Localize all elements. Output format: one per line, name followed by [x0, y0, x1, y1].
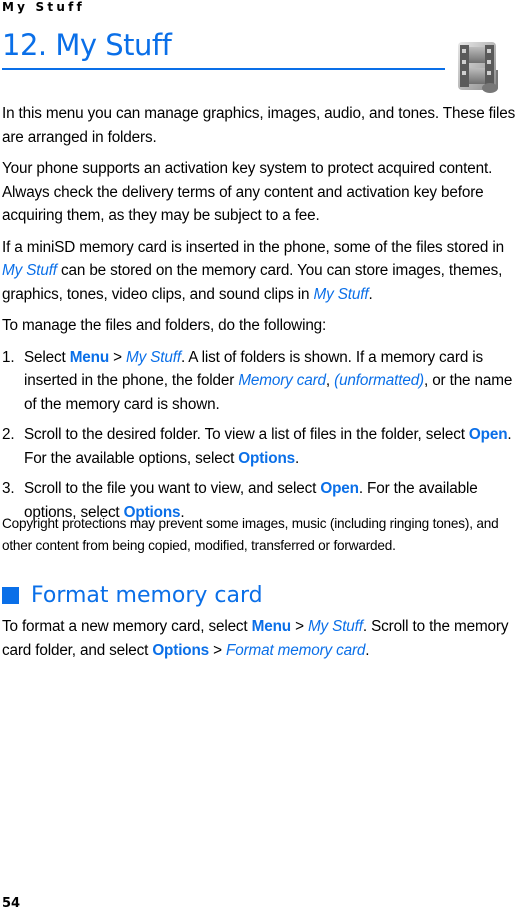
open-command: Open	[468, 426, 508, 443]
text: .	[365, 641, 370, 659]
text: .	[295, 449, 300, 467]
text: ,	[325, 372, 335, 389]
text: Scroll to the file you want to view, and…	[24, 480, 321, 497]
text: can be stored on the memory card. You ca…	[2, 262, 503, 303]
film-media-icon	[458, 42, 498, 93]
intro-text: In this menu you can manage graphics, im…	[2, 102, 518, 531]
format-instructions: To format a new memory card, select Menu…	[2, 615, 518, 662]
text: If a miniSD memory card is inserted in t…	[2, 238, 504, 256]
my-stuff-command: My Stuff	[307, 618, 363, 635]
steps-list: 1. Select Menu > My Stuff. A list of fol…	[2, 346, 518, 525]
paragraph-memory-card: If a miniSD memory card is inserted in t…	[2, 236, 518, 307]
running-head: My Stuff	[2, 0, 85, 14]
my-stuff-link: My Stuff	[313, 285, 369, 303]
my-stuff-command: My Stuff	[126, 348, 181, 366]
text: To format a new memory card, select	[2, 618, 252, 635]
menu-command: Menu	[251, 618, 291, 635]
step-item: 2. Scroll to the desired folder. To view…	[2, 423, 518, 470]
section-title: Format memory card	[31, 583, 263, 608]
menu-command: Menu	[69, 348, 110, 366]
text: .	[368, 285, 373, 303]
separator: >	[290, 618, 308, 635]
section-square-icon	[2, 587, 19, 604]
options-command: Options	[238, 449, 296, 467]
memory-card-folder: Memory card	[238, 372, 326, 389]
step-number: 2.	[2, 426, 15, 443]
section-heading: Format memory card	[2, 583, 263, 608]
text: Select	[24, 348, 70, 366]
text: Scroll to the desired folder. To view a …	[24, 426, 469, 443]
copyright-note: Copyright protections may prevent some i…	[2, 516, 499, 553]
step-number: 3.	[2, 480, 15, 497]
options-command: Options	[152, 641, 210, 659]
step-item: 1. Select Menu > My Stuff. A list of fol…	[2, 346, 518, 417]
page-number: 54	[2, 896, 21, 911]
separator: >	[209, 641, 227, 659]
separator: >	[109, 348, 127, 366]
chapter-title: 12. My Stuff	[2, 28, 172, 62]
step-number: 1.	[2, 348, 15, 366]
my-stuff-link: My Stuff	[2, 262, 57, 279]
open-command: Open	[320, 480, 359, 497]
title-rule	[2, 68, 445, 70]
paragraph-manage: To manage the files and folders, do the …	[2, 317, 327, 334]
format-memory-card-command: Format memory card	[226, 641, 366, 659]
paragraph-activation-key: Your phone supports an activation key sy…	[2, 160, 493, 224]
unformatted-folder: (unformatted)	[334, 372, 424, 389]
paragraph-intro: In this menu you can manage graphics, im…	[2, 105, 516, 146]
